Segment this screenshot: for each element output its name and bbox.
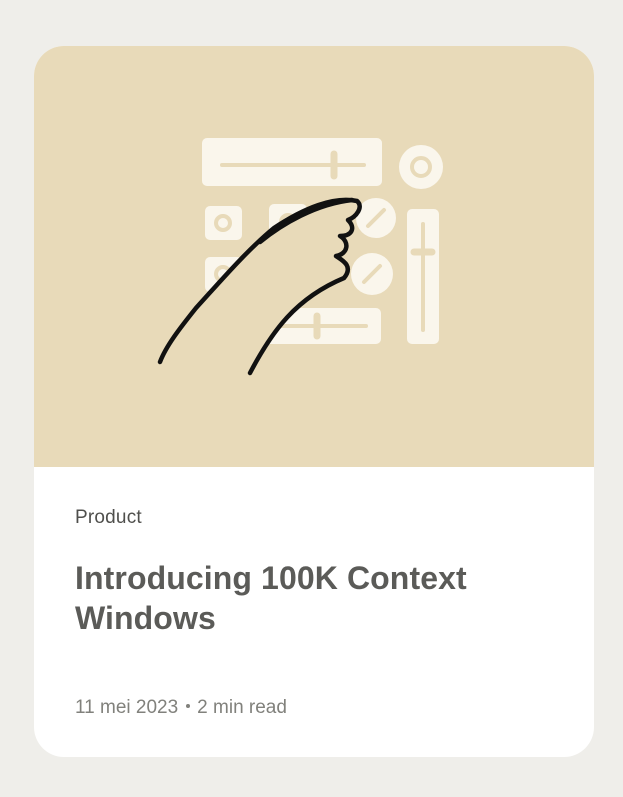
hand-pointing-at-control-panel-icon <box>157 138 443 376</box>
article-title[interactable]: Introducing 100K Context Windows <box>75 558 555 638</box>
article-meta: 11 mei 2023 2 min read <box>75 697 287 719</box>
separator-dot-icon <box>186 703 191 708</box>
article-category: Product <box>75 507 142 528</box>
article-date: 11 mei 2023 <box>75 697 179 718</box>
article-illustration <box>34 46 594 467</box>
article-read-time: 2 min read <box>197 697 287 718</box>
article-card[interactable]: Product Introducing 100K Context Windows… <box>34 46 594 757</box>
